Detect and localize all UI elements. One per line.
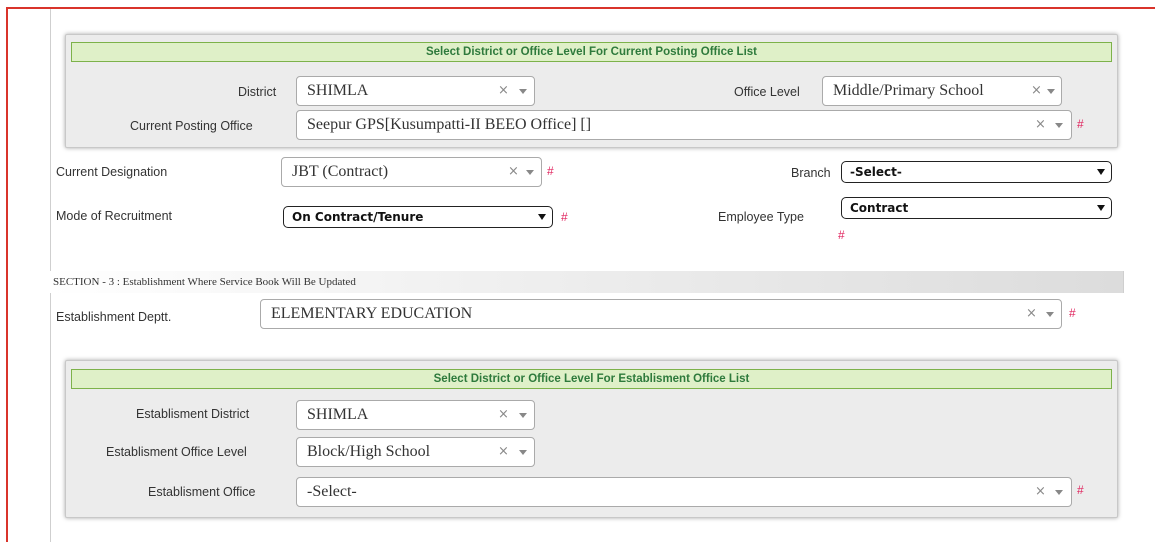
section-3-header: SECTION - 3 : Establishment Where Servic…	[50, 271, 1124, 293]
establisment-office-chevron-down-icon[interactable]	[1055, 490, 1063, 495]
establishment-deptt-chevron-down-icon[interactable]	[1046, 312, 1054, 317]
establisment-office-level-select[interactable]: Block/High School ×	[296, 437, 535, 467]
branch-label: Branch	[791, 166, 831, 180]
mode-of-recruitment-select[interactable]: On Contract/Tenure	[283, 206, 553, 228]
current-designation-value: JBT (Contract)	[292, 163, 389, 180]
establishment-office-panel-header: Select District or Office Level For Esta…	[71, 369, 1112, 389]
establishment-deptt-required-mark: #	[1069, 306, 1076, 320]
branch-select[interactable]: -Select-	[841, 161, 1112, 183]
establisment-office-level-value: Block/High School	[307, 443, 431, 460]
current-posting-office-required-mark: #	[1077, 117, 1084, 131]
employee-type-required-mark: #	[838, 228, 845, 242]
establishment-deptt-value: ELEMENTARY EDUCATION	[271, 305, 473, 322]
district-value: SHIMLA	[307, 82, 369, 99]
mode-of-recruitment-label: Mode of Recruitment	[56, 209, 173, 223]
employee-type-value: Contract	[850, 201, 909, 215]
employee-type-chevron-down-icon[interactable]	[1097, 205, 1105, 211]
office-level-label: Office Level	[734, 85, 800, 99]
establisment-district-label: Establisment District	[136, 407, 250, 421]
district-select[interactable]: SHIMLA ×	[296, 76, 535, 106]
office-level-clear-icon[interactable]: ×	[1031, 83, 1042, 98]
establisment-office-level-label: Establisment Office Level	[106, 445, 247, 459]
current-posting-panel-header: Select District or Office Level For Curr…	[71, 42, 1112, 62]
branch-chevron-down-icon[interactable]	[1097, 169, 1105, 175]
current-posting-office-label: Current Posting Office	[130, 119, 253, 133]
current-designation-label: Current Designation	[56, 165, 168, 179]
establisment-office-value: -Select-	[307, 483, 357, 500]
establishment-deptt-label: Establishment Deptt.	[56, 310, 172, 324]
employee-type-select[interactable]: Contract	[841, 197, 1112, 219]
current-posting-office-select[interactable]: Seepur GPS[Kusumpatti-II BEEO Office] []…	[296, 110, 1072, 140]
establisment-district-select[interactable]: SHIMLA ×	[296, 400, 535, 430]
mode-of-recruitment-value: On Contract/Tenure	[292, 210, 424, 224]
establishment-office-panel: Select District or Office Level For Esta…	[65, 360, 1118, 518]
current-designation-select[interactable]: JBT (Contract) ×	[281, 157, 542, 187]
mode-of-recruitment-chevron-down-icon[interactable]	[538, 214, 546, 220]
office-level-chevron-down-icon[interactable]	[1047, 89, 1055, 94]
current-posting-office-clear-icon[interactable]: ×	[1035, 117, 1046, 132]
establisment-district-clear-icon[interactable]: ×	[498, 407, 509, 422]
current-designation-required-mark: #	[547, 164, 554, 178]
establisment-office-label: Establisment Office	[148, 485, 256, 499]
establishment-deptt-select[interactable]: ELEMENTARY EDUCATION ×	[260, 299, 1062, 329]
district-clear-icon[interactable]: ×	[498, 83, 509, 98]
establisment-office-level-chevron-down-icon[interactable]	[519, 450, 527, 455]
establisment-district-value: SHIMLA	[307, 406, 369, 423]
employee-type-label: Employee Type	[718, 210, 804, 224]
current-designation-chevron-down-icon[interactable]	[526, 170, 534, 175]
establisment-office-level-clear-icon[interactable]: ×	[498, 444, 509, 459]
current-posting-panel: Select District or Office Level For Curr…	[65, 34, 1118, 148]
mode-of-recruitment-required-mark: #	[561, 210, 568, 224]
section-3-title: SECTION - 3 : Establishment Where Servic…	[53, 276, 356, 288]
establisment-office-clear-icon[interactable]: ×	[1035, 484, 1046, 499]
district-chevron-down-icon[interactable]	[519, 89, 527, 94]
office-level-select[interactable]: Middle/Primary School ×	[822, 76, 1062, 106]
establisment-district-chevron-down-icon[interactable]	[519, 413, 527, 418]
establisment-office-select[interactable]: -Select- ×	[296, 477, 1072, 507]
establishment-deptt-clear-icon[interactable]: ×	[1026, 306, 1037, 321]
current-posting-office-chevron-down-icon[interactable]	[1055, 123, 1063, 128]
district-label: District	[238, 85, 277, 99]
establisment-office-required-mark: #	[1077, 483, 1084, 497]
branch-value: -Select-	[850, 165, 902, 179]
current-designation-clear-icon[interactable]: ×	[508, 164, 519, 179]
office-level-value: Middle/Primary School	[833, 82, 984, 99]
current-posting-office-value: Seepur GPS[Kusumpatti-II BEEO Office] []	[307, 116, 592, 133]
